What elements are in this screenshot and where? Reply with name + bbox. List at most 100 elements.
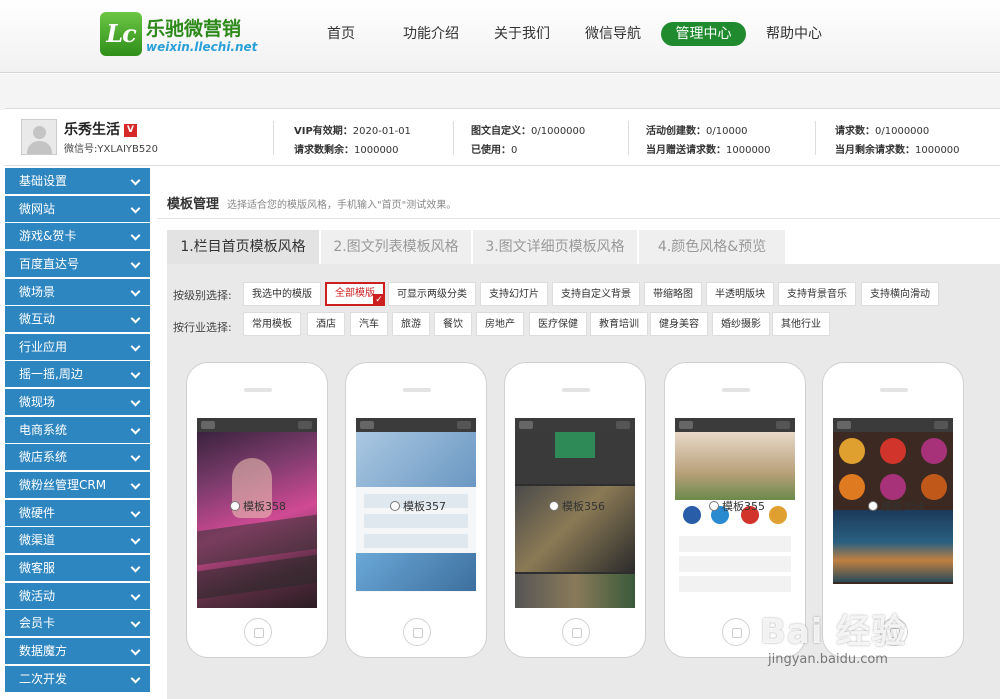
template-option-358[interactable]: 模板358 [230, 498, 286, 514]
template-option-357[interactable]: 模板357 [390, 498, 446, 514]
back-icon [201, 421, 215, 429]
chip-hotel[interactable]: 酒店 [307, 312, 345, 336]
divider [453, 121, 454, 155]
logo-url: weixin.llechi.net [146, 40, 258, 54]
radio-button[interactable] [390, 501, 400, 511]
sidebar-item-label: 行业应用 [19, 339, 68, 354]
sidebar-item-fans-crm[interactable]: 微粉丝管理CRM [5, 472, 150, 499]
sidebar-item-micro-channel[interactable]: 微渠道 [5, 527, 150, 554]
template-option-355[interactable]: 模板355 [709, 498, 765, 514]
radio-button[interactable] [868, 501, 878, 511]
phone-home-button [722, 618, 750, 646]
sidebar-item-industry-apps[interactable]: 行业应用 [5, 333, 150, 360]
sidebar-item-label: 摇一摇,周边 [19, 367, 83, 382]
chip-thumbnails[interactable]: 带缩略图 [644, 282, 702, 306]
chevron-down-icon [130, 534, 141, 545]
sidebar-item-dev[interactable]: 二次开发 [5, 665, 150, 692]
industry-filter-label: 按行业选择: [173, 321, 232, 334]
chip-real-estate[interactable]: 房地产 [476, 312, 524, 336]
avatar-body-icon [27, 141, 52, 154]
radio-button[interactable] [549, 501, 559, 511]
chip-slideshow[interactable]: 支持幻灯片 [480, 282, 548, 306]
sidebar-item-shake-nearby[interactable]: 摇一摇,周边 [5, 361, 150, 388]
chip-background-music[interactable]: 支持背景音乐 [778, 282, 856, 306]
footer-image [356, 553, 476, 591]
site-logo[interactable]: Lc 乐驰微营销 weixin.llechi.net [100, 12, 257, 60]
stat-label: 请求数： [835, 126, 875, 137]
stat-used: 已使用：0 [471, 141, 517, 156]
tab-list-style[interactable]: 2.图文列表模板风格 [321, 230, 471, 264]
list-row [679, 536, 791, 552]
chip-horizontal-slide[interactable]: 支持横向滑动 [861, 282, 939, 306]
template-option-354[interactable]: 模板354 [868, 498, 924, 514]
tab-homepage-style[interactable]: 1.栏目首页模板风格 [167, 230, 319, 264]
nav-help[interactable]: 帮助中心 [760, 22, 828, 46]
sidebar-item-customer-service[interactable]: 微客服 [5, 554, 150, 581]
screen-header [833, 418, 953, 432]
radio-button[interactable] [230, 501, 240, 511]
page-title-row: 模板管理 选择适合您的模版风格，手机输入"首页"测试效果。 [167, 193, 456, 212]
nav-about[interactable]: 关于我们 [488, 22, 556, 46]
chip-wedding-photo[interactable]: 婚纱摄影 [712, 312, 770, 336]
stat-value: 1000000 [354, 145, 399, 156]
chip-custom-background[interactable]: 支持自定义背景 [552, 282, 640, 306]
circle-icon [921, 438, 947, 464]
chip-fitness-beauty[interactable]: 健身美容 [650, 312, 708, 336]
tab-detail-style[interactable]: 3.图文详细页模板风格 [473, 230, 637, 264]
chip-healthcare[interactable]: 医疗保健 [529, 312, 587, 336]
circle-icon [839, 438, 865, 464]
template-option-356[interactable]: 模板356 [549, 498, 605, 514]
template-name: 模板355 [722, 500, 765, 513]
sidebar-item-data-cube[interactable]: 数据魔方 [5, 637, 150, 664]
nav-home[interactable]: 首页 [318, 22, 364, 46]
sidebar-item-micro-interaction[interactable]: 微互动 [5, 306, 150, 333]
tab-color-preview[interactable]: 4.颜色风格&预览 [639, 230, 785, 264]
sidebar-item-baidu-direct[interactable]: 百度直达号 [5, 250, 150, 277]
sidebar-menu: 基础设置 微网站 游戏&贺卡 百度直达号 微场景 微互动 行业应用 摇一摇,周边… [5, 168, 150, 693]
footer-bar [356, 592, 476, 608]
nav-admin-center[interactable]: 管理中心 [661, 22, 746, 46]
sidebar-item-games-cards[interactable]: 游戏&贺卡 [5, 223, 150, 250]
check-icon: ✓ [373, 294, 385, 306]
screen-header [675, 418, 795, 432]
sidebar-item-member-card[interactable]: 会员卡 [5, 610, 150, 637]
phone-home-button [562, 618, 590, 646]
nav-features[interactable]: 功能介绍 [397, 22, 465, 46]
sidebar-item-micro-shop[interactable]: 微店系统 [5, 444, 150, 471]
back-icon [679, 421, 693, 429]
chip-travel[interactable]: 旅游 [392, 312, 430, 336]
chip-my-selected[interactable]: 我选中的模版 [243, 282, 321, 306]
chevron-down-icon [130, 507, 141, 518]
stat-monthly-remaining: 当月剩余请求数：1000000 [835, 141, 960, 156]
sidebar-item-micro-events[interactable]: 微活动 [5, 582, 150, 609]
chip-car[interactable]: 汽车 [350, 312, 388, 336]
chip-all-templates[interactable]: 全部模版 ✓ [325, 282, 385, 306]
chevron-down-icon [130, 230, 141, 241]
sidebar-item-micro-scene[interactable]: 微场景 [5, 278, 150, 305]
stat-value: 1000000 [726, 145, 771, 156]
sidebar-item-micro-hardware[interactable]: 微硬件 [5, 499, 150, 526]
chip-two-level-category[interactable]: 可显示两级分类 [388, 282, 476, 306]
phone-home-button [403, 618, 431, 646]
watermark-url: jingyan.baidu.com [768, 652, 888, 667]
circle-icon [683, 506, 701, 524]
sidebar-item-label: 百度直达号 [19, 256, 80, 271]
chip-translucent[interactable]: 半透明版块 [706, 282, 774, 306]
chevron-down-icon [130, 286, 141, 297]
radio-button[interactable] [709, 501, 719, 511]
avatar[interactable] [21, 119, 57, 155]
chip-education[interactable]: 教育培训 [590, 312, 648, 336]
chip-other[interactable]: 其他行业 [772, 312, 830, 336]
sidebar-item-ecommerce[interactable]: 电商系统 [5, 416, 150, 443]
stat-monthly-bonus: 当月赠送请求数：1000000 [646, 141, 771, 156]
divider [157, 218, 1000, 219]
sidebar-item-micro-live[interactable]: 微现场 [5, 389, 150, 416]
sidebar-item-micro-site[interactable]: 微网站 [5, 195, 150, 222]
nav-wechat-guide[interactable]: 微信导航 [579, 22, 647, 46]
chevron-down-icon [130, 369, 141, 379]
chip-common[interactable]: 常用模板 [243, 312, 301, 336]
more-icon [616, 421, 630, 429]
chip-food[interactable]: 餐饮 [434, 312, 472, 336]
wedding-photo [675, 432, 795, 500]
sidebar-item-basic-settings[interactable]: 基础设置 [5, 168, 150, 194]
